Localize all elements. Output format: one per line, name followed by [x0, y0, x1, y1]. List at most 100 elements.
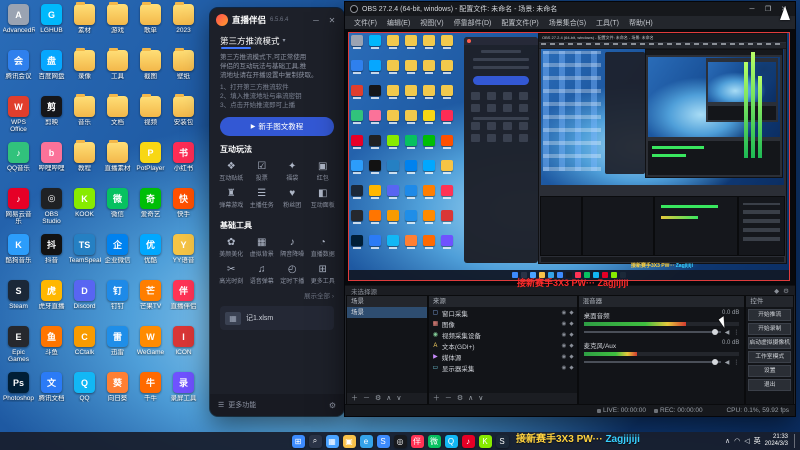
- desktop-icon[interactable]: 伴直播伴侣: [167, 278, 200, 324]
- desktop-icon[interactable]: 优优酷: [134, 232, 167, 278]
- taskbar-icon-steam[interactable]: S: [495, 434, 509, 448]
- visibility-icon[interactable]: ◉: [562, 332, 567, 338]
- taskbar-icon-live-companion[interactable]: 伴: [410, 434, 424, 448]
- companion-tool-item[interactable]: ✿ 美颜美化: [216, 234, 247, 261]
- show-desktop-button[interactable]: [794, 434, 797, 448]
- desktop-icon[interactable]: ◎ OBS Studio: [35, 186, 68, 232]
- desktop-icon[interactable]: ♪ QQ音乐: [2, 140, 35, 186]
- desktop-icon[interactable]: 教程: [68, 140, 101, 186]
- lock-icon[interactable]: ◆: [569, 365, 573, 371]
- source-row[interactable]: ◉ 视频采集设备 ◉ ◆: [429, 329, 577, 340]
- desktop-icon[interactable]: G LGHUB: [35, 2, 68, 48]
- show-all-link[interactable]: 展示全部 ›: [210, 288, 344, 302]
- companion-tool-item[interactable]: ♥ 粉丝团: [277, 185, 308, 212]
- menu-item[interactable]: 编辑(E): [382, 18, 415, 28]
- companion-tool-item[interactable]: ☰ 主播任务: [247, 185, 278, 212]
- tutorial-button[interactable]: ▶ 新手图文教程: [220, 117, 334, 136]
- desktop-icon[interactable]: b 哔哩哔哩: [35, 140, 68, 186]
- desktop-icon[interactable]: 剪剪映: [35, 94, 68, 140]
- lock-icon[interactable]: ◆: [569, 310, 573, 316]
- desktop-icon[interactable]: D Discord: [68, 278, 101, 324]
- menu-item[interactable]: 停靠部件(D): [449, 18, 497, 28]
- scene-item[interactable]: 场景: [347, 307, 427, 318]
- clock[interactable]: 21:33 2024/3/3: [765, 434, 788, 448]
- speaker-icon[interactable]: ◀: [725, 359, 730, 366]
- desktop-icon[interactable]: K KOOK: [68, 186, 101, 232]
- desktop-icon[interactable]: Ps Photoshop: [2, 370, 35, 416]
- desktop-icon[interactable]: S Steam: [2, 278, 35, 324]
- taskbar-icon-edge[interactable]: e: [359, 434, 373, 448]
- lock-all-icon[interactable]: ◆: [774, 287, 779, 295]
- slider-knob[interactable]: [712, 329, 719, 335]
- minimize-icon[interactable]: ─: [310, 16, 322, 25]
- desktop-icon[interactable]: 快快手: [167, 186, 200, 232]
- taskbar-icon-start[interactable]: ⊞: [291, 434, 305, 448]
- desktop-icon[interactable]: 视频: [134, 94, 167, 140]
- companion-tool-item[interactable]: ◧ 互动面板: [308, 185, 339, 212]
- desktop-icon[interactable]: 牛千牛: [134, 370, 167, 416]
- add-icon[interactable]: ＋: [433, 393, 440, 404]
- toolbar-gear-icon[interactable]: ⚙: [783, 287, 789, 295]
- minimize-icon[interactable]: ─: [746, 6, 758, 13]
- channel-settings-icon[interactable]: ⋮: [733, 359, 739, 366]
- source-row[interactable]: A 文本(GDI+) ◉ ◆: [429, 340, 577, 351]
- desktop-icon[interactable]: 文档: [101, 94, 134, 140]
- more-features-link[interactable]: 更多功能: [228, 400, 256, 410]
- menu-item[interactable]: 文件(F): [349, 18, 382, 28]
- remove-icon[interactable]: －: [445, 393, 452, 404]
- desktop-icon[interactable]: P PotPlayer: [134, 140, 167, 186]
- companion-tool-item[interactable]: ⊞ 更多工具: [308, 261, 339, 288]
- companion-tool-item[interactable]: ▦ 虚拟背景: [247, 234, 278, 261]
- desktop-icon[interactable]: 芒芒果TV: [134, 278, 167, 324]
- desktop-icon[interactable]: 安装包: [167, 94, 200, 140]
- companion-tool-item[interactable]: ☑ 投票: [247, 158, 278, 185]
- visibility-icon[interactable]: ◉: [562, 321, 567, 327]
- lock-icon[interactable]: ◆: [569, 332, 573, 338]
- desktop-icon[interactable]: 奇爱奇艺: [134, 186, 167, 232]
- control-button[interactable]: 工作室模式: [748, 351, 791, 363]
- desktop-icon[interactable]: E Epic Games: [2, 324, 35, 370]
- move-up-icon[interactable]: ∧: [386, 393, 391, 404]
- speaker-icon[interactable]: ◀: [725, 329, 730, 336]
- lock-icon[interactable]: ◆: [569, 354, 573, 360]
- desktop-icon[interactable]: 书小红书: [167, 140, 200, 186]
- taskbar-icon-qq[interactable]: Q: [444, 434, 458, 448]
- companion-tool-item[interactable]: ✦ 福袋: [277, 158, 308, 185]
- wifi-icon[interactable]: ◠: [734, 437, 740, 445]
- desktop-icon[interactable]: K 酷狗音乐: [2, 232, 35, 278]
- desktop-icon[interactable]: 文腾讯文档: [35, 370, 68, 416]
- visibility-icon[interactable]: ◉: [562, 354, 567, 360]
- add-icon[interactable]: ＋: [351, 393, 358, 404]
- source-row[interactable]: ▢ 窗口采集 ◉ ◆: [429, 307, 577, 318]
- taskbar-icon-netease-music[interactable]: ♪: [461, 434, 475, 448]
- gear-icon[interactable]: ⚙: [329, 401, 336, 410]
- menu-item[interactable]: 场景集合(S): [544, 18, 591, 28]
- desktop-icon[interactable]: ♪ 网易云音乐: [2, 186, 35, 232]
- lock-icon[interactable]: ◆: [569, 343, 573, 349]
- taskbar-icon-wechat[interactable]: 微: [427, 434, 441, 448]
- companion-tool-item[interactable]: ◔ 直播数据: [308, 234, 339, 261]
- properties-icon[interactable]: ⚙: [375, 393, 381, 404]
- volume-slider[interactable]: [583, 329, 721, 335]
- desktop-icon[interactable]: 抖抖音: [35, 232, 68, 278]
- desktop-icon[interactable]: 录像: [68, 48, 101, 94]
- desktop-icon[interactable]: 2023: [167, 2, 200, 48]
- desktop-icon[interactable]: 微微信: [101, 186, 134, 232]
- menu-item[interactable]: 帮助(H): [624, 18, 658, 28]
- desktop-icon[interactable]: 游戏: [101, 2, 134, 48]
- taskbar-icon-kook[interactable]: K: [478, 434, 492, 448]
- desktop-icon[interactable]: 钉钉钉: [101, 278, 134, 324]
- taskbar-icon-store[interactable]: S: [376, 434, 390, 448]
- companion-tool-item[interactable]: ▣ 红包: [308, 158, 339, 185]
- desktop-icon[interactable]: W WPS Office: [2, 94, 35, 140]
- taskbar-icon-widgets[interactable]: ▦: [325, 434, 339, 448]
- menu-item[interactable]: 配置文件(P): [496, 18, 543, 28]
- recent-file-item[interactable]: ▦ 记1.xlsm: [220, 306, 334, 330]
- desktop-icon[interactable]: 壁纸: [167, 48, 200, 94]
- visibility-icon[interactable]: ◉: [562, 365, 567, 371]
- desktop-icon[interactable]: 录录屏工具: [167, 370, 200, 416]
- volume-icon[interactable]: ◁: [744, 437, 749, 445]
- maximize-icon[interactable]: ❐: [762, 5, 774, 13]
- control-button[interactable]: 退出: [748, 379, 791, 391]
- move-down-icon[interactable]: ∨: [478, 393, 483, 404]
